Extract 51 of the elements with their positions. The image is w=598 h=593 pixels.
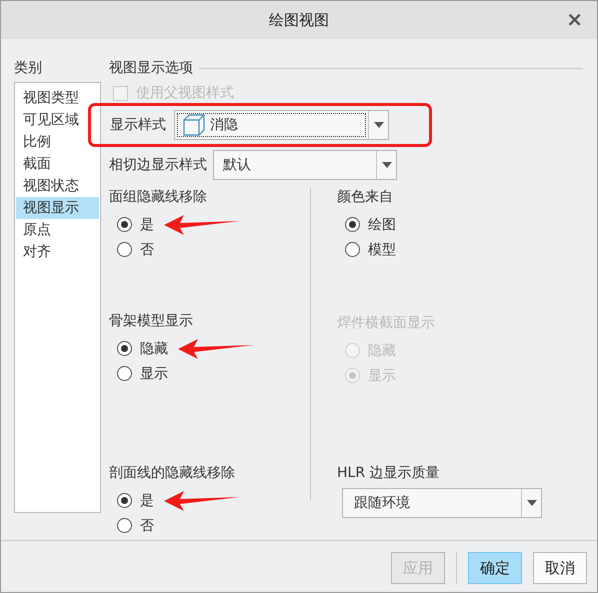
group-title: 剖面线的隐藏线移除 [109, 464, 236, 483]
radio-label: 隐藏 [140, 340, 168, 358]
quality-dropdown[interactable]: 跟随环境 [342, 488, 542, 518]
caret-icon [374, 122, 384, 128]
category-item[interactable]: 原点 [16, 219, 99, 241]
dialog-button[interactable]: 取消 [533, 552, 587, 584]
caret-icon [382, 162, 392, 168]
radio-label: 绘图 [368, 216, 396, 234]
category-label: 类别 [14, 59, 43, 78]
dropdown-value: 默认 [223, 156, 251, 174]
radio-button[interactable] [345, 242, 360, 257]
field-label: 相切边显示样式 [109, 156, 207, 174]
field-label: 显示样式 [110, 116, 166, 134]
group-title: 面组隐藏线移除 [109, 188, 208, 207]
category-item[interactable]: 视图显示 [16, 197, 99, 219]
group-title: 焊件横截面显示 [337, 314, 436, 333]
radio-label: 隐藏 [368, 342, 396, 360]
category-item[interactable]: 对齐 [16, 241, 99, 263]
radio-button[interactable] [117, 366, 132, 381]
radio-label: 否 [140, 516, 154, 534]
category-item[interactable]: 截面 [16, 153, 99, 175]
radio-label: 显示 [140, 364, 168, 382]
radio-button[interactable] [345, 217, 360, 232]
radio-button[interactable] [117, 341, 132, 356]
dialog-button[interactable]: 确定 [468, 552, 522, 584]
group-title: 骨架模型显示 [109, 312, 194, 331]
window-title: 绘图视图 [269, 10, 329, 30]
radio-label: 是 [140, 492, 154, 510]
close-button[interactable]: × [562, 9, 587, 29]
radio-label: 是 [140, 216, 154, 234]
dropdown-value: 消隐 [210, 116, 238, 134]
section-title: 视图显示选项 [109, 59, 193, 77]
tangent-dropdown[interactable]: 默认 [213, 150, 397, 180]
radio-label: 模型 [368, 240, 396, 258]
cube-icon [182, 113, 206, 137]
category-item[interactable]: 视图状态 [16, 175, 99, 197]
group-title: 颜色来自 [337, 188, 394, 207]
radio-label: 否 [140, 240, 154, 258]
style-dropdown[interactable]: 消隐 [174, 110, 389, 140]
category-item[interactable]: 视图类型 [16, 87, 99, 109]
radio-button[interactable] [117, 217, 132, 232]
dropdown-value: 跟随环境 [354, 494, 410, 512]
checkbox-label: 使用父视图样式 [136, 84, 234, 102]
radio-button[interactable] [117, 518, 132, 533]
caret-icon [526, 500, 536, 506]
radio-label: 显示 [368, 366, 396, 384]
radio-button[interactable] [117, 242, 132, 257]
group-title: HLR 边显示质量 [337, 464, 441, 483]
category-item[interactable]: 可见区域 [16, 109, 99, 131]
radio-button[interactable] [117, 493, 132, 508]
category-item[interactable]: 比例 [16, 131, 99, 153]
